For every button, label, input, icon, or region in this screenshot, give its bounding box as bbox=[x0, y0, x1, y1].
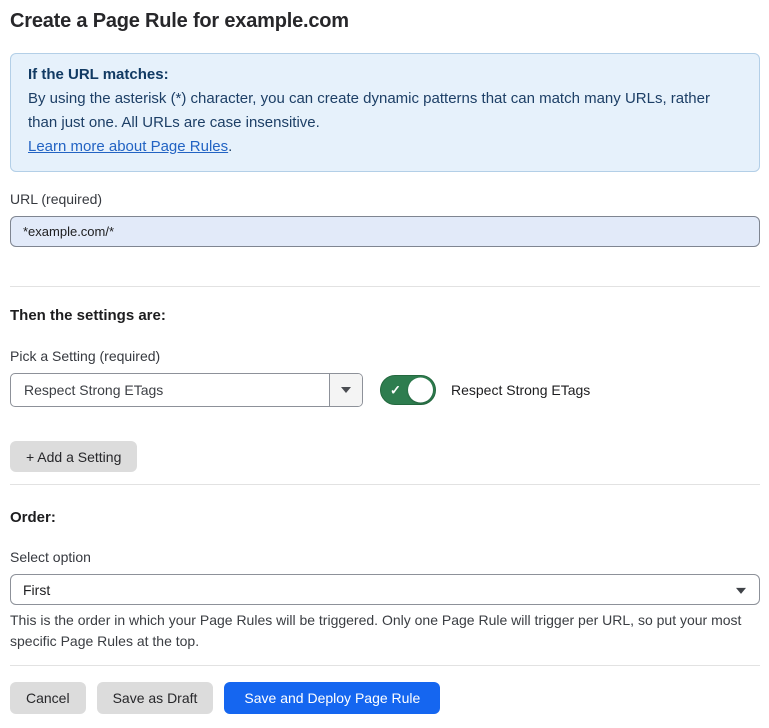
learn-more-link[interactable]: Learn more about Page Rules bbox=[28, 138, 228, 155]
link-period: . bbox=[228, 138, 232, 155]
setting-dropdown-value: Respect Strong ETags bbox=[11, 374, 329, 406]
order-select-label: Select option bbox=[10, 549, 760, 565]
divider-before-footer bbox=[10, 665, 760, 666]
footer-actions: Cancel Save as Draft Save and Deploy Pag… bbox=[10, 682, 760, 714]
divider-after-settings bbox=[10, 484, 760, 485]
add-setting-button[interactable]: + Add a Setting bbox=[10, 441, 137, 472]
chevron-down-icon bbox=[341, 387, 351, 393]
page-title: Create a Page Rule for example.com bbox=[10, 10, 760, 33]
setting-row: Respect Strong ETags ✓ Respect Strong ET… bbox=[10, 373, 760, 407]
toggle-knob bbox=[408, 378, 433, 403]
info-box-body: By using the asterisk (*) character, you… bbox=[28, 87, 742, 135]
info-box-heading: If the URL matches: bbox=[28, 63, 742, 87]
setting-dropdown-arrow-button[interactable] bbox=[329, 374, 362, 406]
setting-toggle-label: Respect Strong ETags bbox=[451, 382, 590, 398]
setting-toggle[interactable]: ✓ bbox=[380, 375, 436, 405]
url-input[interactable] bbox=[10, 216, 760, 247]
divider-after-url bbox=[10, 286, 760, 287]
order-section-heading: Order: bbox=[10, 509, 760, 526]
save-draft-button[interactable]: Save as Draft bbox=[97, 682, 214, 714]
check-icon: ✓ bbox=[390, 384, 401, 397]
save-deploy-button[interactable]: Save and Deploy Page Rule bbox=[224, 682, 440, 714]
order-select-value: First bbox=[23, 582, 50, 598]
info-box-link-line: Learn more about Page Rules. bbox=[28, 135, 742, 159]
url-match-info-box: If the URL matches: By using the asteris… bbox=[10, 53, 760, 172]
chevron-down-icon bbox=[736, 587, 746, 593]
cancel-button[interactable]: Cancel bbox=[10, 682, 86, 714]
create-page-rule-form: Create a Page Rule for example.com If th… bbox=[0, 0, 769, 728]
pick-setting-label: Pick a Setting (required) bbox=[10, 348, 760, 364]
url-field-label: URL (required) bbox=[10, 191, 760, 207]
settings-section-heading: Then the settings are: bbox=[10, 307, 760, 324]
order-select[interactable]: First bbox=[10, 574, 760, 605]
order-help-text: This is the order in which your Page Rul… bbox=[10, 610, 760, 652]
setting-dropdown[interactable]: Respect Strong ETags bbox=[10, 373, 363, 407]
